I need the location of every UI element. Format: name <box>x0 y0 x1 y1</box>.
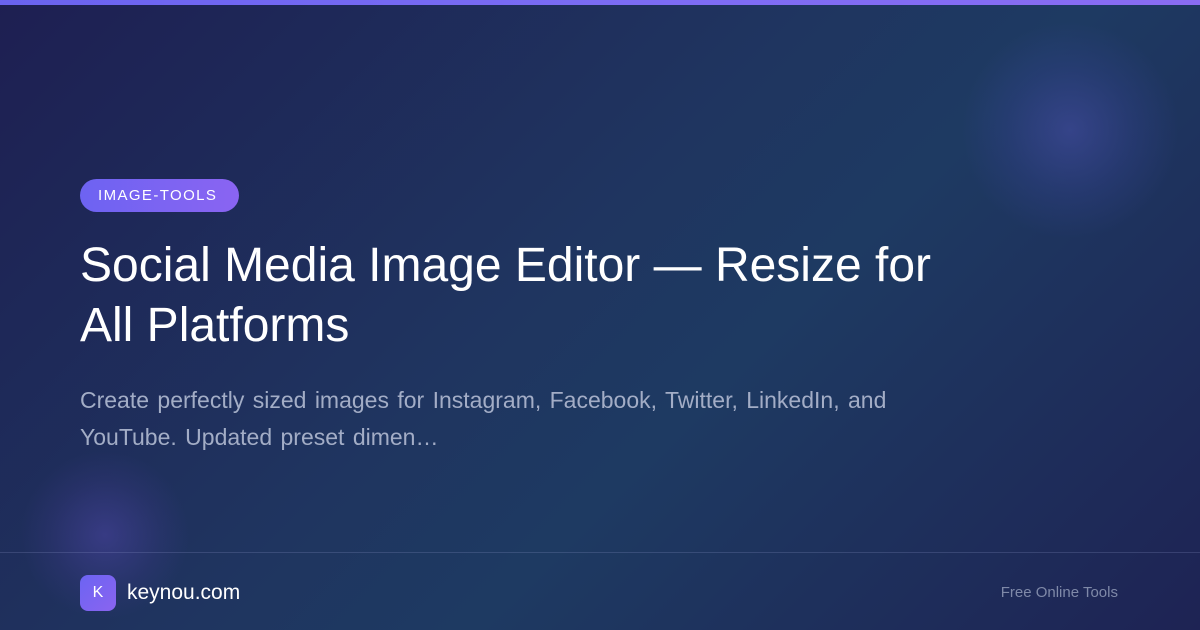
og-card: IMAGE-TOOLS Social Media Image Editor — … <box>0 0 1200 630</box>
page-description: Create perfectly sized images for Instag… <box>80 387 887 450</box>
decorative-glow-top-right <box>960 20 1180 240</box>
top-accent-bar <box>0 0 1200 5</box>
site-tagline: Free Online Tools <box>1000 584 1118 601</box>
footer-divider <box>0 552 1200 553</box>
site-logo: K <box>80 575 116 611</box>
site-name: keynou.com <box>127 581 241 604</box>
page-title: Social Media Image Editor — Resize for A… <box>80 239 932 352</box>
category-tag: IMAGE-TOOLS <box>80 179 240 212</box>
